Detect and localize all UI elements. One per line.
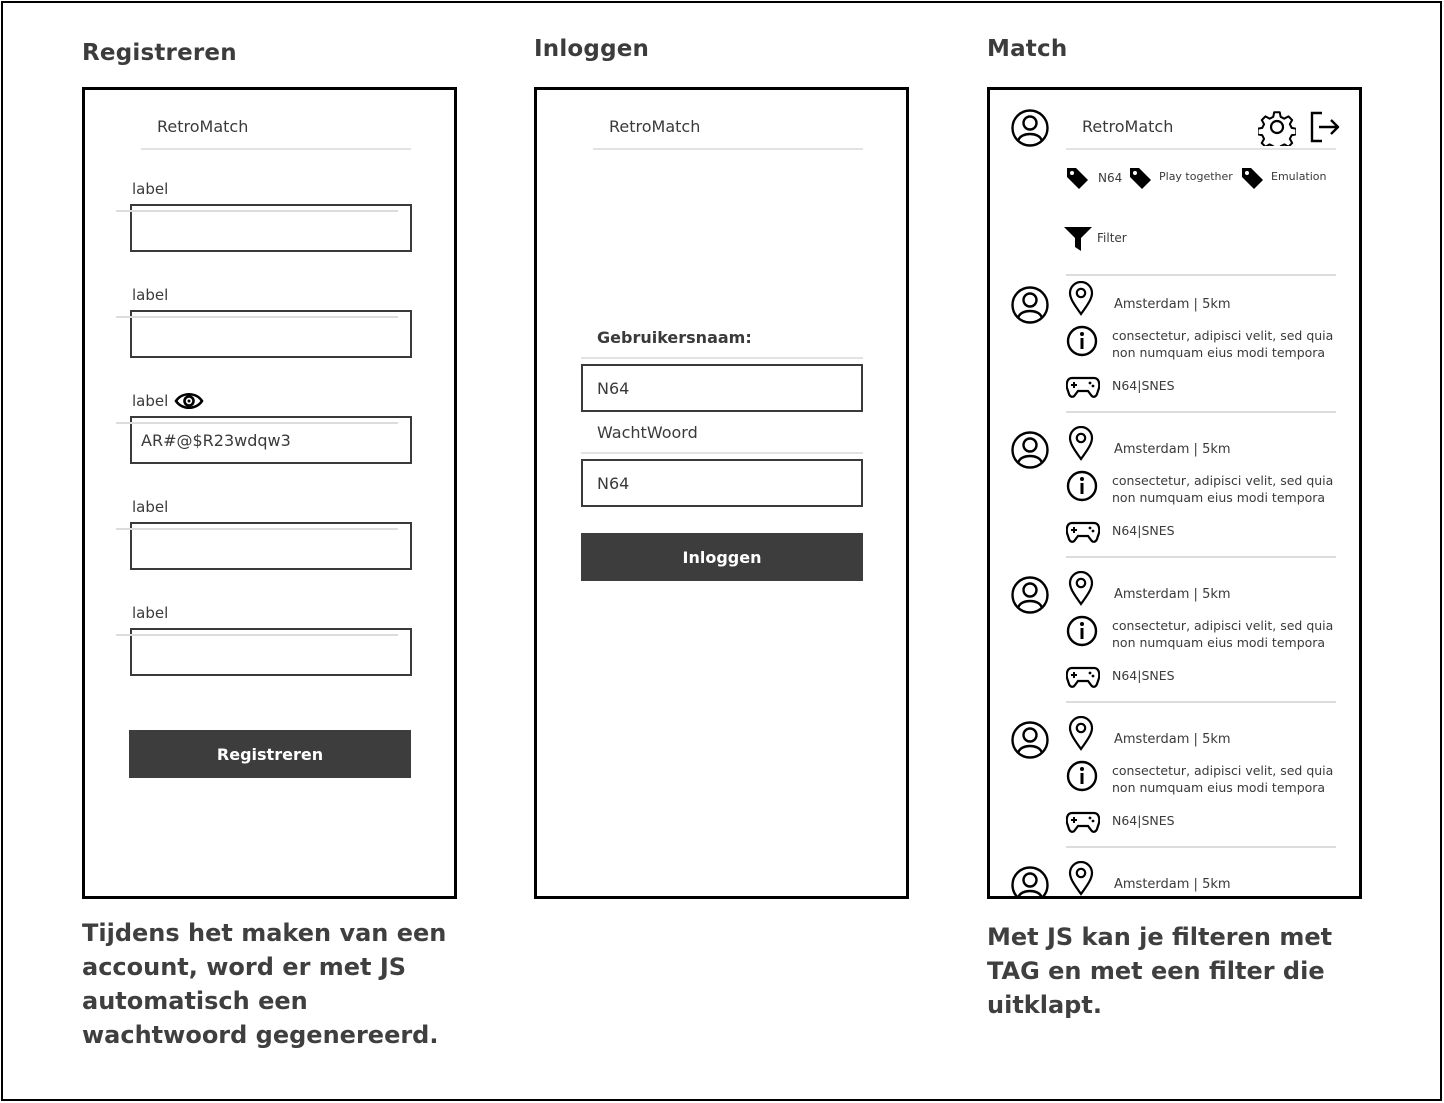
field-guide-line	[116, 528, 398, 530]
location-pin-icon	[1068, 716, 1094, 751]
match-games: N64|SNES	[1112, 668, 1175, 683]
card-divider	[1066, 701, 1336, 703]
gamepad-icon	[1066, 376, 1100, 398]
match-games: N64|SNES	[1112, 378, 1175, 393]
match-user-avatar-icon[interactable]	[1010, 720, 1050, 760]
header-divider	[141, 148, 411, 150]
logout-icon[interactable]	[1308, 110, 1342, 144]
match-games: N64|SNES	[1112, 813, 1175, 828]
register-input-1[interactable]	[116, 204, 412, 252]
register-title: Registreren	[82, 40, 237, 66]
match-location: Amsterdam | 5km	[1114, 442, 1231, 457]
field-guide-line	[116, 422, 398, 424]
tag-icon[interactable]	[1064, 165, 1090, 191]
match-user-avatar-icon[interactable]	[1010, 285, 1050, 325]
match-location: Amsterdam | 5km	[1114, 732, 1231, 747]
location-pin-icon	[1068, 281, 1094, 316]
field-label-5: label	[132, 604, 169, 622]
match-description: consectetur, adipisci velit, sed quia no…	[1112, 473, 1334, 505]
filter-icon[interactable]	[1063, 225, 1093, 253]
username-input[interactable]: N64	[581, 364, 863, 412]
location-pin-icon	[1068, 426, 1094, 461]
card-divider	[1066, 556, 1336, 558]
location-pin-icon	[1068, 571, 1094, 606]
brand-name: RetroMatch	[1082, 117, 1174, 136]
info-icon	[1066, 325, 1098, 357]
card-divider	[1066, 411, 1336, 413]
field-label-2: label	[132, 286, 169, 304]
match-user-avatar-icon[interactable]	[1010, 430, 1050, 470]
username-divider	[581, 357, 863, 359]
password-input[interactable]: N64	[581, 459, 863, 507]
header-divider	[593, 148, 863, 150]
register-screen: RetroMatch label label label AR#@$R23wdq…	[82, 87, 457, 899]
password-divider	[581, 452, 863, 454]
location-pin-icon	[1068, 861, 1094, 896]
match-user-avatar-icon[interactable]	[1010, 575, 1050, 615]
gamepad-icon	[1066, 811, 1100, 833]
tag-icon[interactable]	[1127, 165, 1153, 191]
field-guide-line	[116, 634, 398, 636]
filter-divider	[1066, 274, 1336, 276]
user-profile-icon[interactable]	[1010, 108, 1050, 148]
match-description: consectetur, adipisci velit, sed quia no…	[1112, 763, 1334, 795]
match-user-avatar-icon[interactable]	[1010, 865, 1050, 899]
login-title: Inloggen	[534, 36, 650, 62]
tag-emulation[interactable]: Emulation	[1271, 170, 1327, 183]
login-screen: RetroMatch Gebruikersnaam: N64 WachtWoor…	[534, 87, 909, 899]
gamepad-icon	[1066, 666, 1100, 688]
tag-n64[interactable]: N64	[1098, 171, 1122, 185]
match-location: Amsterdam | 5km	[1114, 297, 1231, 312]
match-description: consectetur, adipisci velit, sed quia no…	[1112, 618, 1334, 650]
password-input[interactable]: AR#@$R23wdqw3	[116, 416, 412, 464]
match-description: consectetur, adipisci velit, sed quia no…	[1112, 328, 1334, 360]
info-icon	[1066, 760, 1098, 792]
match-location: Amsterdam | 5km	[1114, 877, 1231, 892]
gamepad-icon	[1066, 521, 1100, 543]
info-icon	[1066, 470, 1098, 502]
match-title: Match	[987, 36, 1068, 62]
field-guide-line	[116, 210, 398, 212]
tag-icon[interactable]	[1239, 165, 1265, 191]
field-label-4: label	[132, 498, 169, 516]
match-location: Amsterdam | 5km	[1114, 587, 1231, 602]
info-icon	[1066, 615, 1098, 647]
match-screen: RetroMatch N64 Play together Emulation F…	[987, 87, 1362, 899]
match-note: Met JS kan je filteren met TAG en met ee…	[987, 923, 1333, 1019]
brand-name: RetroMatch	[157, 117, 249, 136]
card-divider	[1066, 846, 1336, 848]
filter-label[interactable]: Filter	[1097, 231, 1127, 245]
password-label: WachtWoord	[597, 423, 698, 442]
username-label: Gebruikersnaam:	[597, 328, 752, 347]
register-input-5[interactable]	[116, 628, 412, 676]
eye-icon[interactable]	[174, 389, 204, 413]
register-input-2[interactable]	[116, 310, 412, 358]
generated-password: AR#@$R23wdqw3	[141, 430, 291, 450]
tag-play-together[interactable]: Play together	[1159, 170, 1233, 183]
header-divider	[1066, 148, 1336, 150]
brand-name: RetroMatch	[609, 117, 701, 136]
field-guide-line	[116, 316, 398, 318]
login-button[interactable]: Inloggen	[581, 533, 863, 581]
register-note: Tijdens het maken van een account, word …	[82, 919, 447, 1049]
gear-icon[interactable]	[1258, 108, 1296, 146]
field-label-3: label	[132, 392, 169, 410]
match-games: N64|SNES	[1112, 523, 1175, 538]
field-label-1: label	[132, 180, 169, 198]
register-button[interactable]: Registreren	[129, 730, 411, 778]
register-input-4[interactable]	[116, 522, 412, 570]
